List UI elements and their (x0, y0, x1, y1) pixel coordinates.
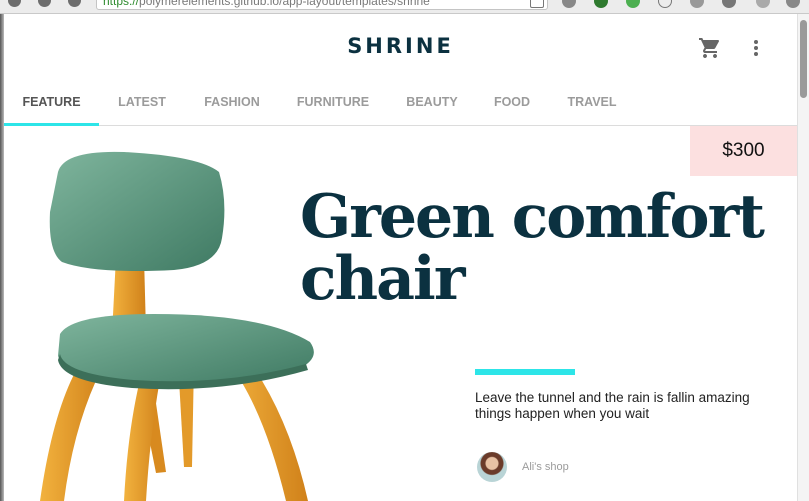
cart-icon[interactable] (698, 36, 722, 60)
extension-icon[interactable] (626, 0, 640, 8)
tab-beauty[interactable]: BEAUTY (392, 88, 472, 126)
product-title: Green comfort chair (300, 182, 765, 314)
extension-icon[interactable] (756, 0, 770, 8)
tab-indicator (4, 123, 99, 126)
menu-icon[interactable] (786, 0, 800, 8)
tab-furniture[interactable]: FURNITURE (284, 88, 382, 126)
shop-link[interactable]: Ali's shop (522, 461, 569, 473)
tab-fashion[interactable]: FASHION (190, 88, 274, 126)
shrine-page: SHRINE FEATURE LATEST FASHION FURNITURE … (4, 14, 797, 501)
browser-toolbar: https://polymerelements.github.io/app-la… (0, 0, 809, 14)
extension-icon[interactable] (594, 0, 608, 8)
extension-icon[interactable] (658, 0, 672, 8)
forward-icon[interactable] (38, 0, 51, 7)
address-bar[interactable]: https://polymerelements.github.io/app-la… (96, 0, 548, 10)
category-tabs: FEATURE LATEST FASHION FURNITURE BEAUTY … (4, 88, 797, 126)
back-icon[interactable] (8, 0, 21, 7)
app-header: SHRINE (4, 14, 797, 80)
chair-image[interactable] (24, 142, 324, 501)
accent-divider (475, 369, 575, 375)
tab-travel[interactable]: TRAVEL (552, 88, 632, 126)
more-vert-icon[interactable] (748, 36, 764, 60)
url-scheme: https:// (103, 0, 140, 8)
extension-icon[interactable] (722, 0, 736, 8)
price-tag: $300 (690, 126, 797, 176)
reload-icon[interactable] (68, 0, 81, 7)
tab-latest[interactable]: LATEST (104, 88, 180, 126)
url-text: polymerelements.github.io/app-layout/tem… (139, 0, 430, 8)
tab-feature[interactable]: FEATURE (4, 88, 99, 126)
bookmark-star-icon[interactable] (530, 0, 544, 8)
tab-food[interactable]: FOOD (482, 88, 542, 126)
logo[interactable]: SHRINE (4, 34, 797, 58)
scrollbar-thumb[interactable] (800, 20, 807, 98)
extension-icon[interactable] (562, 0, 576, 8)
product-description: Leave the tunnel and the rain is fallin … (475, 390, 750, 421)
extension-icon[interactable] (690, 0, 704, 8)
avatar[interactable] (477, 452, 507, 482)
